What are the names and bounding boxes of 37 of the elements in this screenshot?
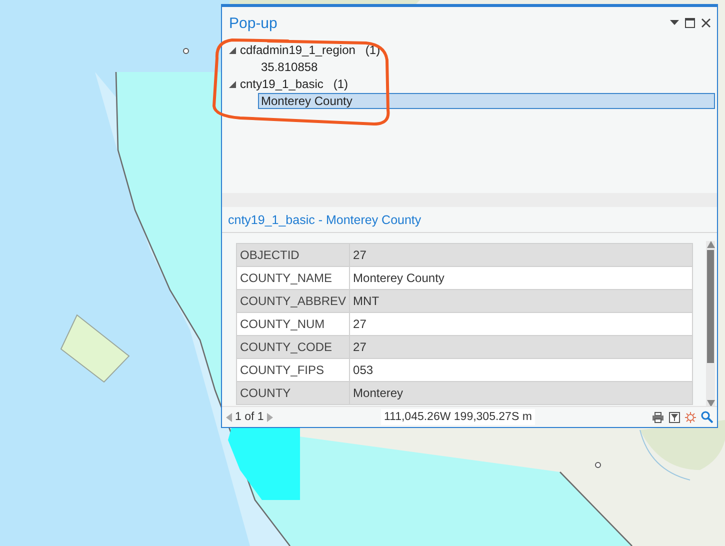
page-indicator: 1 of 1 (235, 411, 264, 423)
layer-name[interactable]: cnty19_1_basic (240, 76, 324, 90)
zoom-to-icon[interactable] (701, 411, 713, 423)
field-value-cell: 27 (350, 336, 692, 358)
next-icon[interactable] (266, 412, 273, 422)
filter-icon[interactable] (669, 412, 680, 422)
field-name-cell: COUNTY_NUM (236, 312, 350, 336)
scroll-up-icon[interactable] (706, 241, 714, 248)
flash-icon[interactable] (685, 412, 696, 422)
field-value-cell: Monterey County (350, 266, 692, 290)
coordinates-text: 111,045.26W 199,305.27S m (381, 409, 535, 425)
feature-count: (1) (333, 76, 348, 90)
scroll-down-icon[interactable] (706, 400, 714, 406)
layer-name[interactable]: cdfadmin19_1_region (240, 42, 356, 56)
field-name-cell: COUNTY_FIPS (236, 358, 350, 382)
field-value-cell: 053 (350, 358, 692, 382)
feature-item[interactable]: 35.810858 (258, 58, 715, 74)
close-icon[interactable] (701, 18, 711, 28)
field-value-cell: MNT (350, 290, 692, 312)
feature-title: cnty19_1_basic - Monterey County (222, 207, 717, 233)
scrollbar[interactable] (706, 241, 715, 406)
dropdown-icon[interactable] (670, 20, 679, 26)
field-value-cell: Monterey (350, 382, 692, 404)
field-name-cell: COUNTY_CODE (236, 336, 350, 358)
print-icon[interactable] (652, 412, 664, 422)
field-name-cell: COUNTY_ABBREV (236, 290, 350, 312)
field-value-cell: 27 (350, 312, 692, 336)
window-title: Pop-up (229, 14, 278, 32)
field-name-cell: COUNTY (236, 382, 350, 404)
feature-item[interactable]: Monterey County (258, 92, 715, 108)
field-value-cell: 27 (350, 244, 692, 266)
collapse-icon[interactable] (228, 46, 236, 54)
field-name-cell: OBJECTID (236, 244, 350, 266)
previous-icon[interactable] (226, 412, 232, 422)
maximize-icon[interactable] (685, 18, 695, 28)
field-name-cell: COUNTY_NAME (236, 266, 350, 290)
collapse-icon[interactable] (228, 80, 236, 88)
